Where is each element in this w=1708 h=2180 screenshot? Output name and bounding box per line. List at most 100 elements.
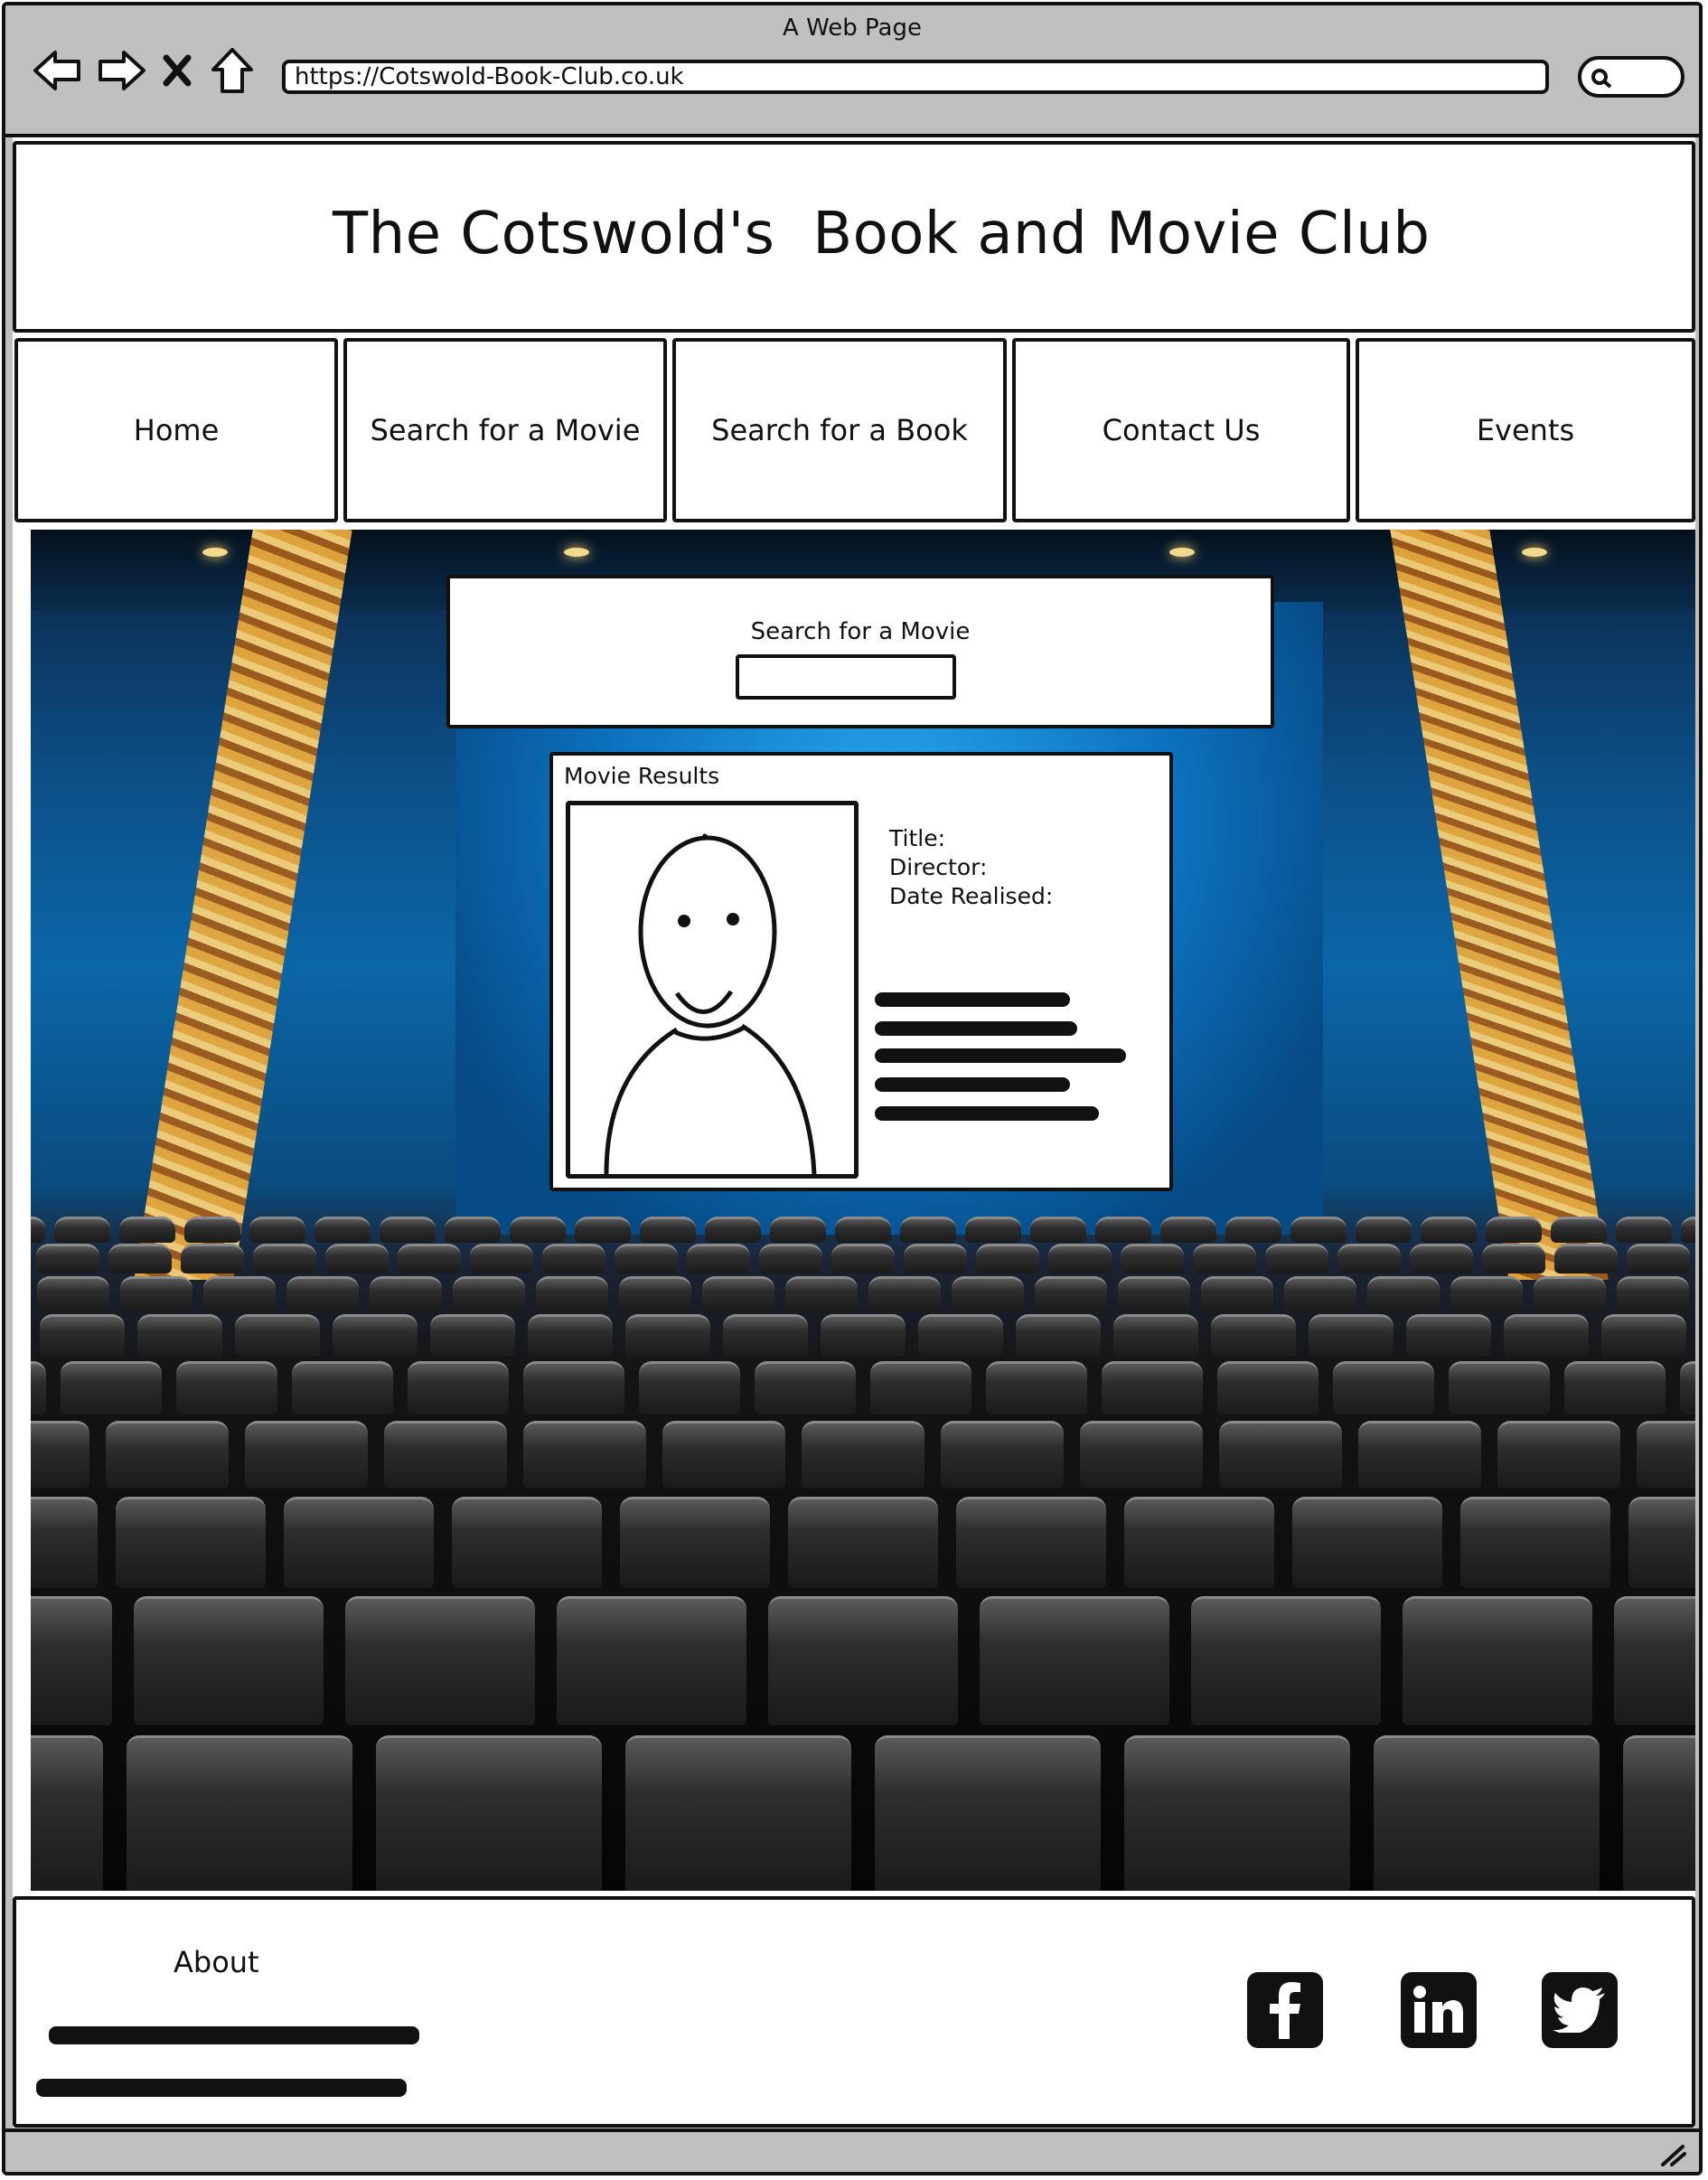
cinema-seat (870, 1361, 971, 1414)
cinema-seat (1564, 1361, 1666, 1414)
seat-row (31, 1361, 1695, 1414)
cinema-seat (768, 1596, 958, 1725)
nav-search-book[interactable]: Search for a Book (672, 338, 1007, 522)
cinema-seat (31, 1217, 45, 1243)
cinema-seat (759, 1244, 822, 1273)
site-footer: About (13, 1896, 1695, 2128)
cinema-seat (821, 1314, 906, 1357)
browser-window: A Web Page https://Cotswold-Book-Club.co… (2, 2, 1703, 2175)
cinema-seat (575, 1217, 631, 1243)
home-icon[interactable] (206, 44, 258, 97)
cinema-seat (1504, 1314, 1589, 1357)
cinema-seat (702, 1276, 774, 1311)
resize-grip-icon[interactable] (1659, 2143, 1686, 2166)
browser-status-bar (5, 2128, 1699, 2172)
cinema-seat (956, 1497, 1106, 1588)
cinema-seat (1617, 1276, 1689, 1311)
cinema-seat (127, 1735, 352, 1891)
nav-events[interactable]: Events (1356, 338, 1695, 522)
nav-contact[interactable]: Contact Us (1012, 338, 1350, 522)
cinema-seat (523, 1421, 646, 1489)
cinema-seat (286, 1276, 359, 1311)
search-label: Search for a Movie (750, 618, 971, 645)
cinema-seat (1211, 1314, 1296, 1357)
cinema-seat (1124, 1735, 1350, 1891)
site-header: The Cotswold's Book and Movie Club (13, 141, 1695, 333)
cinema-seat (904, 1244, 967, 1273)
cinema-seat (619, 1276, 691, 1311)
hero-cinema-image (31, 530, 1695, 1891)
cinema-seat (965, 1217, 1021, 1243)
cinema-seat (918, 1314, 1003, 1357)
browser-search[interactable] (1578, 56, 1685, 98)
cinema-seat (253, 1244, 316, 1273)
cinema-seat (1406, 1314, 1491, 1357)
cinema-seat (1016, 1314, 1101, 1357)
right-light-pillar (1390, 530, 1609, 1280)
cinema-seat (625, 1735, 851, 1891)
linkedin-icon[interactable] (1401, 1972, 1477, 2048)
director-field-label: Director: (889, 854, 988, 880)
cinema-seat (37, 1276, 109, 1311)
cinema-seat (54, 1217, 110, 1243)
seat-row (31, 1421, 1695, 1489)
search-input[interactable] (736, 654, 956, 700)
facebook-icon[interactable] (1247, 1972, 1323, 2048)
cinema-seat (625, 1314, 710, 1357)
cinema-seat (184, 1217, 240, 1243)
cinema-seat (1217, 1361, 1319, 1414)
cinema-seat (1160, 1217, 1216, 1243)
cinema-seat (952, 1276, 1024, 1311)
about-heading: About (174, 1945, 259, 1979)
cinema-seat (1048, 1244, 1112, 1273)
cinema-seat (134, 1596, 324, 1725)
results-title: Movie Results (564, 763, 720, 789)
cinema-seat (108, 1244, 172, 1273)
cinema-seat (245, 1421, 368, 1489)
cinema-seat (835, 1217, 891, 1243)
cinema-seat (662, 1421, 785, 1489)
forward-icon[interactable] (96, 44, 148, 97)
twitter-icon[interactable] (1542, 1972, 1618, 2048)
cinema-seat (284, 1497, 434, 1588)
cinema-seat (868, 1276, 941, 1311)
cinema-seat (831, 1244, 895, 1273)
cinema-seat (1102, 1361, 1203, 1414)
cinema-seat (119, 1217, 175, 1243)
cinema-seat (755, 1361, 856, 1414)
cinema-seat (1265, 1244, 1328, 1273)
cinema-seat (1292, 1497, 1442, 1588)
nav-search-movie[interactable]: Search for a Movie (343, 338, 667, 522)
date-field-label: Date Realised: (889, 883, 1054, 909)
cinema-seat (941, 1421, 1064, 1489)
cinema-seat (542, 1244, 605, 1273)
seat-row (31, 1276, 1695, 1311)
back-icon[interactable] (31, 44, 83, 97)
cinema-seat (1421, 1217, 1477, 1243)
cinema-seat (40, 1314, 125, 1357)
seat-row (31, 1735, 1695, 1891)
cinema-seat (1681, 1217, 1695, 1243)
cinema-seat (1333, 1361, 1434, 1414)
cinema-seat (557, 1596, 746, 1725)
cinema-seat (1121, 1244, 1184, 1273)
cinema-seat (1193, 1244, 1256, 1273)
cinema-seat (452, 1497, 602, 1588)
cinema-seat (785, 1276, 858, 1311)
seat-row (31, 1244, 1695, 1273)
cinema-seat (137, 1314, 222, 1357)
seat-row (31, 1596, 1695, 1725)
page-content: The Cotswold's Book and Movie Club Home … (13, 137, 1695, 2128)
cinema-seat (900, 1217, 956, 1243)
cinema-seat (1219, 1421, 1342, 1489)
nav-home[interactable]: Home (14, 338, 338, 522)
cinema-seat (980, 1596, 1169, 1725)
address-bar[interactable]: https://Cotswold-Book-Club.co.uk (282, 60, 1549, 94)
cinema-seat (249, 1217, 305, 1243)
cinema-seat (1225, 1217, 1281, 1243)
cinema-seat (333, 1314, 418, 1357)
cinema-seat (1118, 1276, 1190, 1311)
close-icon[interactable] (161, 44, 193, 97)
cinema-seat (31, 1421, 89, 1489)
cinema-seat (723, 1314, 808, 1357)
